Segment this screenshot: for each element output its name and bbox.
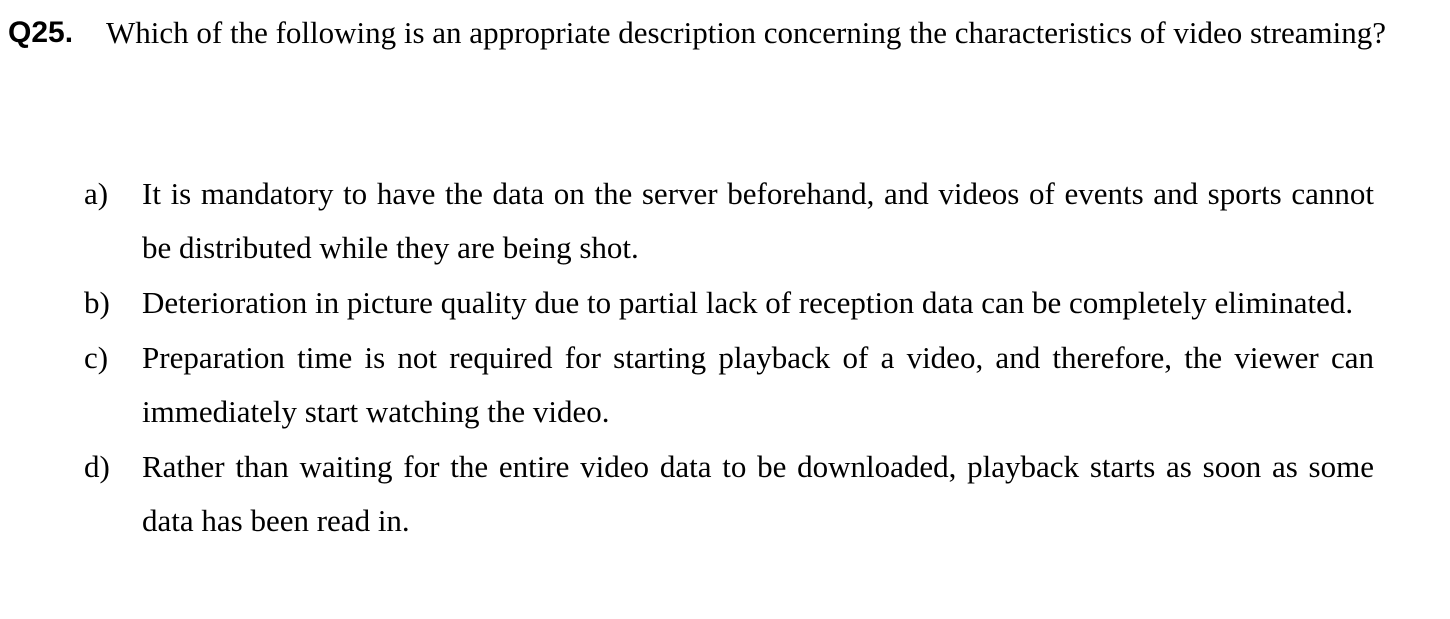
question-text: Which of the following is an appropriate…: [106, 15, 1387, 50]
option-c: c) Preparation time is not required for …: [84, 331, 1374, 439]
option-b-text: Deterioration in picture quality due to …: [142, 285, 1354, 320]
question-block: Q25. Which of the following is an approp…: [8, 6, 1388, 60]
option-d-letter: d): [84, 449, 110, 484]
option-a-letter: a): [84, 176, 109, 211]
option-b-letter: b): [84, 285, 110, 320]
answer-options: a) It is mandatory to have the data on t…: [84, 167, 1374, 549]
question-number: Q25.: [8, 16, 74, 49]
option-a: a) It is mandatory to have the data on t…: [84, 167, 1374, 275]
option-c-text: Preparation time is not required for sta…: [142, 340, 1374, 429]
option-a-text: It is mandatory to have the data on the …: [142, 176, 1374, 265]
option-d: d) Rather than waiting for the entire vi…: [84, 440, 1374, 548]
question-row: Q25. Which of the following is an approp…: [8, 6, 1388, 60]
option-d-text: Rather than waiting for the entire video…: [142, 449, 1374, 538]
option-c-letter: c): [84, 340, 109, 375]
option-b: b) Deterioration in picture quality due …: [84, 276, 1374, 330]
